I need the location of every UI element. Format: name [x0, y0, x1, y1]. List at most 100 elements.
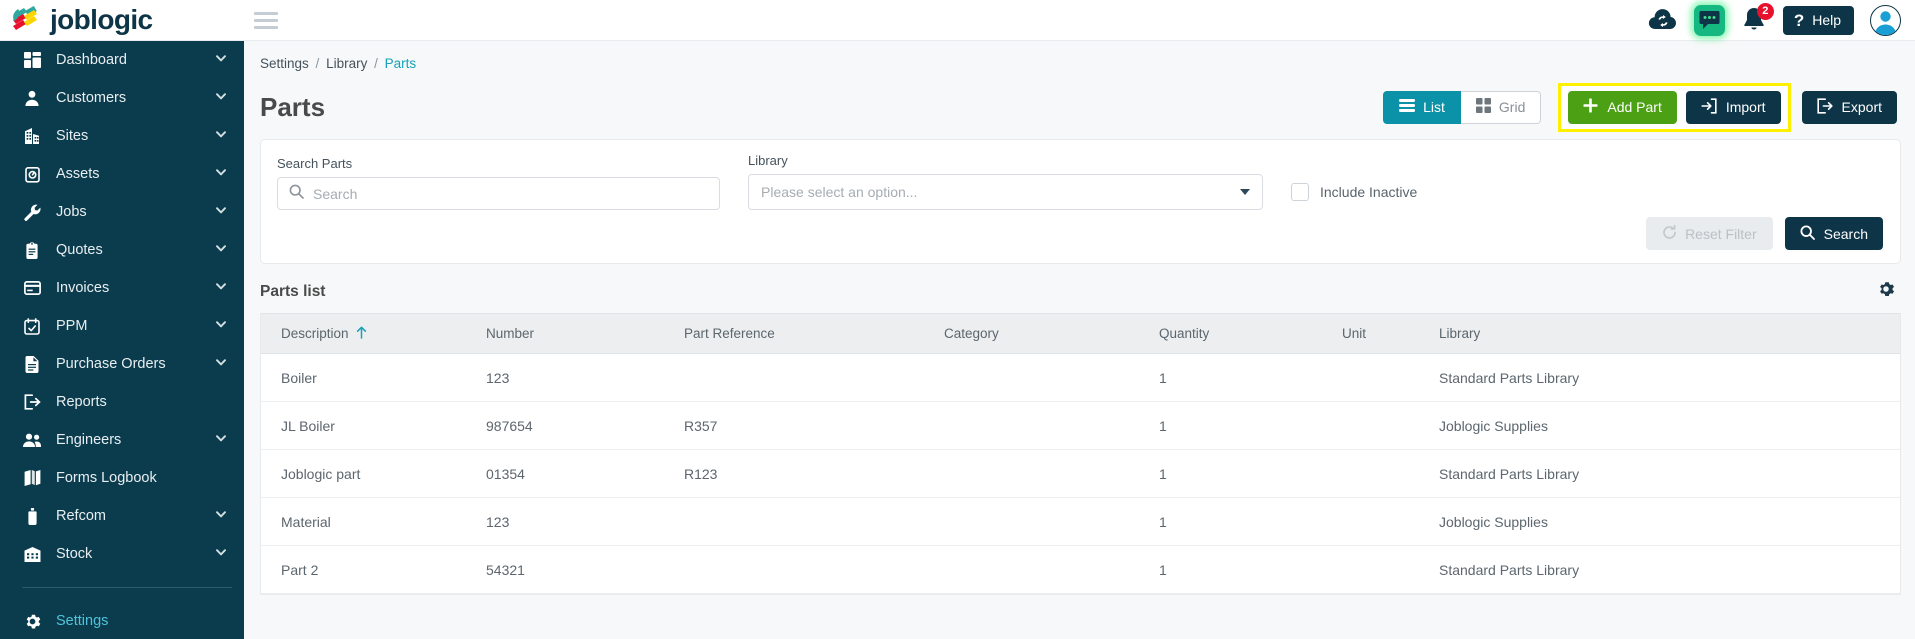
import-button-label: Import: [1725, 99, 1766, 115]
refresh-icon: [1662, 224, 1677, 243]
table-settings-gear-icon[interactable]: [1877, 280, 1895, 303]
filter-row: Search Parts Library Please select an op…: [261, 140, 1900, 210]
sidebar-item-customers[interactable]: Customers: [0, 79, 244, 117]
cloud-sync-icon[interactable]: [1648, 8, 1678, 32]
search-input[interactable]: [304, 185, 719, 202]
chevron-down-icon[interactable]: [215, 242, 227, 258]
chevron-down-icon[interactable]: [215, 356, 227, 372]
cell-number: 123: [486, 513, 510, 530]
column-header-quantity[interactable]: Quantity: [1159, 326, 1342, 341]
chevron-down-icon[interactable]: [215, 128, 227, 144]
sidebar-item-jobs[interactable]: Jobs: [0, 193, 244, 231]
sidebar-item-stock[interactable]: Stock: [0, 535, 244, 573]
search-input-wrapper[interactable]: [277, 177, 720, 210]
hamburger-menu-icon[interactable]: [254, 10, 280, 30]
view-toggle-list-label: List: [1423, 99, 1445, 115]
column-header-description[interactable]: Description: [261, 326, 486, 342]
asset-tag-icon: [22, 165, 42, 183]
cell-description[interactable]: Joblogic part: [261, 466, 486, 482]
gear-icon: [22, 612, 42, 630]
sidebar-item-ppm[interactable]: PPM: [0, 307, 244, 345]
sidebar-item-assets[interactable]: Assets: [0, 155, 244, 193]
table-row[interactable]: Material 123 1 Joblogic Supplies: [261, 498, 1900, 546]
sidebar-item-reports[interactable]: Reports: [0, 383, 244, 421]
sidebar-item-label: Quotes: [56, 242, 103, 258]
sidebar-item-quotes[interactable]: Quotes: [0, 231, 244, 269]
breadcrumb-item-library[interactable]: Library: [326, 56, 367, 71]
sidebar-item-dashboard[interactable]: Dashboard: [0, 41, 244, 79]
cell-description[interactable]: JL Boiler: [261, 418, 486, 434]
top-bar: joblogic 2 ? Help: [0, 0, 1915, 41]
sidebar-item-settings[interactable]: Settings: [0, 602, 244, 639]
cell-description[interactable]: Boiler: [261, 370, 486, 386]
chevron-down-icon[interactable]: [215, 52, 227, 68]
grid-view-icon: [1475, 98, 1491, 116]
calendar-check-icon: [22, 317, 42, 335]
sidebar-item-purchase-orders[interactable]: Purchase Orders: [0, 345, 244, 383]
brand-logo[interactable]: joblogic: [0, 0, 244, 41]
plus-icon: [1583, 98, 1598, 116]
search-parts-field: Search Parts: [277, 156, 720, 210]
chevron-down-icon[interactable]: [215, 508, 227, 524]
column-header-number[interactable]: Number: [486, 326, 684, 341]
view-toggle-list[interactable]: List: [1383, 90, 1461, 124]
joblogic-logo-icon: [10, 5, 44, 34]
library-label: Library: [748, 153, 788, 168]
table-row[interactable]: JL Boiler 987654 R357 1 Joblogic Supplies: [261, 402, 1900, 450]
sidebar-item-forms-logbook[interactable]: Forms Logbook: [0, 459, 244, 497]
highlight-box: Add Part Import: [1558, 82, 1791, 132]
notifications-button[interactable]: 2: [1741, 3, 1774, 34]
sidebar-item-refcom[interactable]: Refcom: [0, 497, 244, 535]
user-avatar-icon[interactable]: [1870, 4, 1901, 36]
breadcrumb-separator: /: [315, 56, 320, 71]
search-button[interactable]: Search: [1784, 217, 1883, 250]
gas-cylinder-icon: [22, 507, 42, 525]
chevron-down-icon[interactable]: [215, 432, 227, 448]
search-button-label: Search: [1823, 225, 1868, 242]
search-parts-label: Search Parts: [277, 156, 353, 171]
breadcrumb-separator: /: [374, 56, 378, 71]
cell-description[interactable]: Part 2: [261, 562, 486, 578]
filter-actions: Reset Filter Search: [1646, 217, 1883, 250]
filter-panel: Search Parts Library Please select an op…: [260, 139, 1901, 264]
chevron-down-icon[interactable]: [215, 280, 227, 296]
table-row[interactable]: Joblogic part 01354 R123 1 Standard Parts Li…: [261, 450, 1900, 498]
chevron-down-icon[interactable]: [215, 166, 227, 182]
breadcrumb-item-parts[interactable]: Parts: [385, 56, 417, 71]
include-inactive-checkbox[interactable]: Include Inactive: [1291, 174, 1417, 210]
sidebar-item-invoices[interactable]: Invoices: [0, 269, 244, 307]
export-button[interactable]: Export: [1801, 90, 1897, 124]
sidebar-item-engineers[interactable]: Engineers: [0, 421, 244, 459]
column-header-library[interactable]: Library: [1439, 326, 1900, 341]
cell-library: Standard Parts Library: [1439, 465, 1580, 482]
chevron-down-icon[interactable]: [215, 90, 227, 106]
cell-quantity: 1: [1159, 561, 1167, 578]
table-row[interactable]: Boiler 123 1 Standard Parts Library: [261, 354, 1900, 402]
cell-number: 123: [486, 369, 510, 386]
column-header-category[interactable]: Category: [944, 326, 1159, 341]
chat-bubble-button[interactable]: [1693, 4, 1725, 36]
chevron-down-icon[interactable]: [215, 318, 227, 334]
column-label: Description: [281, 326, 349, 341]
cell-quantity: 1: [1159, 513, 1167, 530]
help-button[interactable]: ? Help: [1782, 5, 1854, 35]
clipboard-icon: [22, 241, 42, 259]
add-part-button[interactable]: Add Part: [1568, 90, 1677, 124]
table-row[interactable]: Part 2 54321 1 Standard Parts Library: [261, 546, 1900, 594]
import-button[interactable]: Import: [1685, 90, 1781, 124]
reset-filter-button[interactable]: Reset Filter: [1646, 217, 1773, 250]
sidebar-item-sites[interactable]: Sites: [0, 117, 244, 155]
breadcrumb-item-settings[interactable]: Settings: [260, 56, 309, 71]
chevron-down-icon[interactable]: [215, 546, 227, 562]
table-header-row: Description Number Part Reference Catego…: [261, 313, 1900, 354]
import-arrow-icon: [1701, 97, 1717, 117]
column-header-unit[interactable]: Unit: [1342, 326, 1439, 341]
view-toggle-grid[interactable]: Grid: [1460, 90, 1542, 124]
people-group-icon: [22, 431, 42, 449]
library-select[interactable]: Please select an option...: [748, 174, 1263, 210]
page-header: Parts List Grid Add Part Import Export: [244, 71, 1915, 132]
chevron-down-icon[interactable]: [215, 204, 227, 220]
cell-library: Joblogic Supplies: [1439, 513, 1548, 530]
cell-description[interactable]: Material: [261, 514, 486, 530]
column-header-part-reference[interactable]: Part Reference: [684, 326, 944, 341]
